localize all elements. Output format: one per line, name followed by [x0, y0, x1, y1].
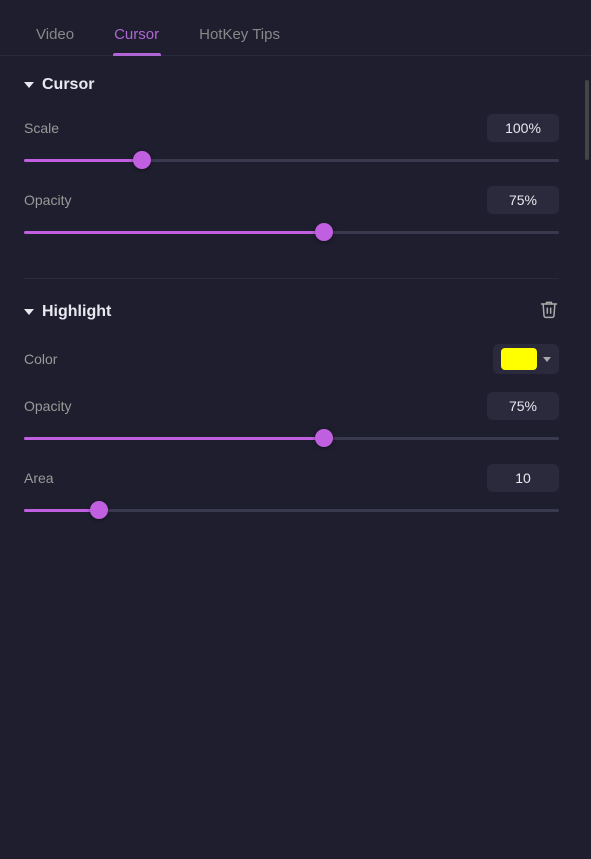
cursor-scale-track [24, 159, 559, 162]
highlight-chevron-icon[interactable] [24, 309, 34, 315]
cursor-opacity-label: Opacity [24, 192, 71, 208]
highlight-opacity-control: Opacity 75% [24, 392, 559, 446]
cursor-scale-slider[interactable] [24, 152, 559, 168]
highlight-area-value: 10 [487, 464, 559, 492]
highlight-opacity-track [24, 437, 559, 440]
highlight-delete-button[interactable] [539, 299, 559, 324]
cursor-scale-label-row: Scale 100% [24, 114, 559, 142]
highlight-area-thumb[interactable] [90, 501, 108, 519]
highlight-opacity-label-row: Opacity 75% [24, 392, 559, 420]
highlight-color-swatch [501, 348, 537, 370]
highlight-area-fill [24, 509, 99, 512]
tab-cursor[interactable]: Cursor [94, 14, 179, 55]
cursor-scale-control: Scale 100% [24, 114, 559, 168]
cursor-opacity-value: 75% [487, 186, 559, 214]
cursor-scale-label: Scale [24, 120, 59, 136]
cursor-opacity-label-row: Opacity 75% [24, 186, 559, 214]
cursor-chevron-icon[interactable] [24, 82, 34, 88]
scrollbar-thumb[interactable] [585, 80, 589, 160]
highlight-color-label-row: Color [24, 344, 559, 374]
highlight-area-slider[interactable] [24, 502, 559, 518]
highlight-area-track [24, 509, 559, 512]
highlight-section-title: Highlight [42, 303, 111, 321]
color-chevron-down-icon [543, 357, 551, 362]
scrollbar-track [583, 56, 591, 556]
highlight-section: Highlight Color [0, 279, 583, 556]
highlight-section-header-left: Highlight [24, 303, 111, 321]
highlight-area-control: Area 10 [24, 464, 559, 518]
highlight-section-header: Highlight [24, 299, 559, 324]
cursor-opacity-fill [24, 231, 324, 234]
app-container: Video Cursor HotKey Tips Cursor Scale 10… [0, 0, 591, 859]
highlight-color-label: Color [24, 351, 57, 367]
cursor-section-header-left: Cursor [24, 76, 94, 94]
cursor-scale-thumb[interactable] [133, 151, 151, 169]
highlight-color-picker[interactable] [493, 344, 559, 374]
tab-hotkey-tips[interactable]: HotKey Tips [179, 14, 300, 55]
tab-video[interactable]: Video [16, 14, 94, 55]
cursor-opacity-track [24, 231, 559, 234]
highlight-opacity-fill [24, 437, 324, 440]
cursor-section-title: Cursor [42, 76, 94, 94]
tabs-bar: Video Cursor HotKey Tips [0, 0, 591, 56]
highlight-area-label-row: Area 10 [24, 464, 559, 492]
highlight-opacity-label: Opacity [24, 398, 71, 414]
cursor-opacity-thumb[interactable] [315, 223, 333, 241]
cursor-section: Cursor Scale 100% [0, 56, 583, 278]
cursor-opacity-slider[interactable] [24, 224, 559, 240]
cursor-scale-value: 100% [487, 114, 559, 142]
highlight-area-label: Area [24, 470, 54, 486]
content-area: Cursor Scale 100% [0, 56, 591, 556]
cursor-section-header: Cursor [24, 76, 559, 94]
highlight-color-control: Color [24, 344, 559, 374]
highlight-opacity-slider[interactable] [24, 430, 559, 446]
cursor-opacity-control: Opacity 75% [24, 186, 559, 240]
cursor-scale-fill [24, 159, 142, 162]
scrollable-content: Cursor Scale 100% [0, 56, 583, 556]
highlight-opacity-value: 75% [487, 392, 559, 420]
highlight-opacity-thumb[interactable] [315, 429, 333, 447]
